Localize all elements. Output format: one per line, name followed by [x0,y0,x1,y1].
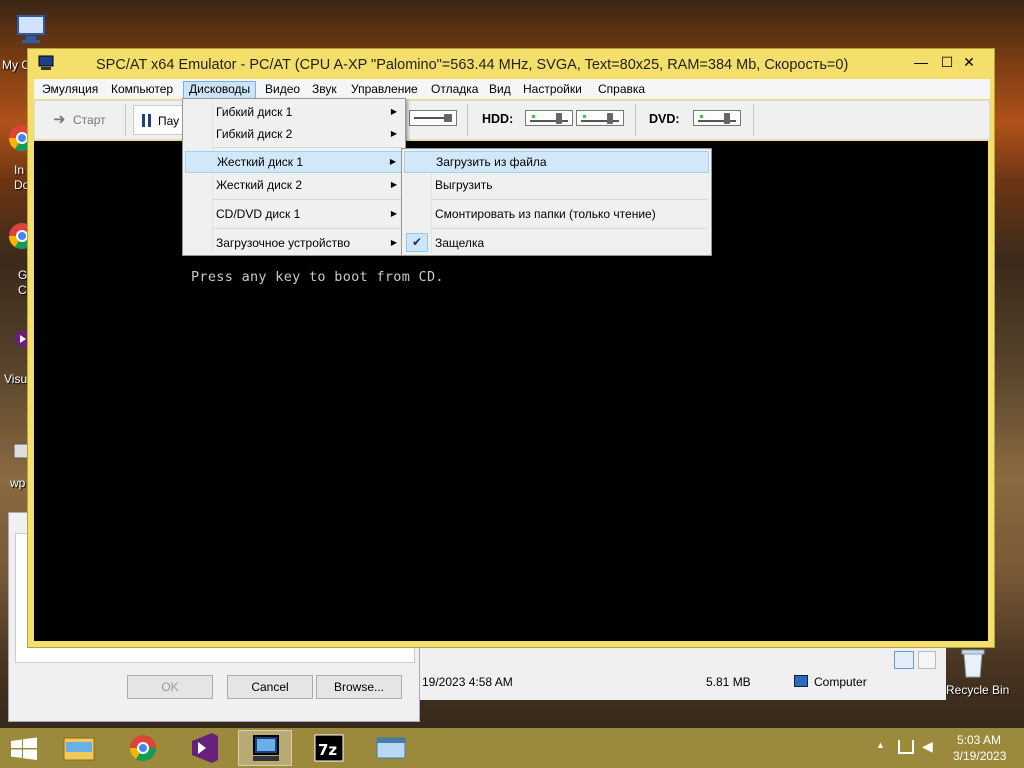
svg-text:7z: 7z [318,741,337,759]
menu-separator [432,228,708,229]
checkmark-icon: ✔ [406,233,428,252]
app-icon [38,55,54,71]
dvd-indicator[interactable] [693,110,741,126]
dvd-label: DVD: [649,112,680,126]
menu-separator [213,147,403,148]
menu-item-boot-device[interactable]: Загрузочное устройство ▶ [185,232,403,254]
minimize-button[interactable]: — [908,51,934,73]
network-icon[interactable] [898,740,914,754]
toolbar-separator [125,104,126,136]
pause-button-label: Пау [158,114,180,128]
preview-view-icon[interactable] [918,651,936,669]
arrow-right-icon: ➜ [53,111,66,128]
desktop-label-chrome: C [18,283,27,297]
menu-item-floppy1[interactable]: Гибкий диск 1 ▶ [185,101,403,123]
hdd1-indicator[interactable] [525,110,573,126]
computer-icon[interactable] [14,12,50,48]
chevron-right-icon: ▶ [390,129,397,138]
menu-item-floppy2[interactable]: Гибкий диск 2 ▶ [185,123,403,145]
menu-debug[interactable]: Отладка [426,81,483,99]
menu-item-hdd1[interactable]: Жесткий диск 1 ▶ [185,151,403,173]
chevron-right-icon: ▶ [390,238,397,247]
menu-view[interactable]: Вид [484,81,516,99]
ok-button[interactable]: OK [127,675,213,699]
menu-item-latch[interactable]: ✔ Защелка [404,232,709,254]
desktop-label-google: G [18,268,28,282]
floppy-drive-indicator[interactable] [409,110,457,126]
file-date: 19/2023 4:58 AM [422,675,513,689]
desktop-label-my-computer: My C [2,58,30,72]
menu-emulation[interactable]: Эмуляция [37,81,103,99]
chevron-right-icon: ▶ [390,209,397,218]
menu-settings[interactable]: Настройки [518,81,587,99]
recycle-bin-icon[interactable] [958,645,994,681]
drives-menu: Гибкий диск 1 ▶ Гибкий диск 2 ▶ Жесткий ди… [182,98,406,256]
toolbar-separator [467,104,468,136]
toolbar-separator [635,104,636,136]
start-button[interactable]: ➜ Старт [47,105,127,135]
hdd1-submenu: Загрузить из файла Выгрузить Смонтироват… [401,148,712,256]
menu-video[interactable]: Видео [260,81,305,99]
toolbar-separator [753,104,754,136]
start-button-label: Старт [73,113,106,127]
hdd2-indicator[interactable] [576,110,624,126]
chevron-up-icon[interactable]: ▲ [876,740,885,750]
recycle-bin-label: Recycle Bin [946,683,1010,697]
hdd-label: HDD: [482,112,514,126]
menu-item-hdd2[interactable]: Жесткий диск 2 ▶ [185,174,403,196]
chevron-right-icon: ▶ [390,180,397,189]
menu-separator [213,228,403,229]
cancel-button[interactable]: Cancel [227,675,313,699]
menu-drives[interactable]: Дисководы [183,81,257,99]
desktop-label-internet: In [14,163,25,177]
toolbar: ➜ Старт Пау HDD: DVD: [34,100,990,140]
emulator-window: SPC/AT x64 Emulator - PC/AT (CPU A-XP "P… [27,48,995,648]
file-location: Computer [814,675,867,689]
start-windows-icon[interactable] [10,737,38,761]
menu-sound[interactable]: Звук [307,81,342,99]
desktop-label-wp: wp [10,476,26,490]
file-explorer-icon[interactable] [52,730,106,766]
menu-separator [213,199,403,200]
clock-date[interactable]: 3/19/2023 [953,749,1006,763]
background-explorer: 19/2023 4:58 AM 5.81 MB Computer [420,646,946,700]
pause-icon [142,114,151,127]
menu-item-mount-folder[interactable]: Смонтировать из папки (только чтение) [404,203,709,225]
taskbar: 7z ▲ ◀ 5:03 AM 3/19/2023 [0,728,1024,768]
close-button[interactable]: ✕ [956,51,982,73]
menu-item-load-from-file[interactable]: Загрузить из файла [404,151,709,173]
chrome-icon[interactable] [116,730,170,766]
menu-item-unload[interactable]: Выгрузить [404,174,709,196]
desktop-label-visual-studio: Visu [4,372,28,386]
app-window-icon[interactable] [364,730,418,766]
menu-bar: Эмуляция Компьютер Дисководы Видео Звук … [34,79,990,99]
visual-studio-icon[interactable] [178,730,232,766]
menu-help[interactable]: Справка [593,81,650,99]
7zip-icon[interactable]: 7z [302,730,356,766]
file-size: 5.81 MB [706,675,751,689]
chevron-right-icon: ▶ [389,157,396,166]
details-view-icon[interactable] [894,651,914,669]
emulator-taskbar-icon[interactable] [238,730,292,766]
boot-message: Press any key to boot from CD. [191,269,444,285]
volume-icon[interactable]: ◀ [922,738,933,755]
window-title: SPC/AT x64 Emulator - PC/AT (CPU A-XP "P… [96,57,849,73]
menu-separator [432,199,708,200]
menu-control[interactable]: Управление [346,81,423,99]
computer-icon [794,675,808,687]
clock-time[interactable]: 5:03 AM [957,733,1001,747]
menu-computer[interactable]: Компьютер [106,81,178,99]
chevron-right-icon: ▶ [390,107,397,116]
menu-item-cddvd1[interactable]: CD/DVD диск 1 ▶ [185,203,403,225]
browse-button[interactable]: Browse... [316,675,402,699]
